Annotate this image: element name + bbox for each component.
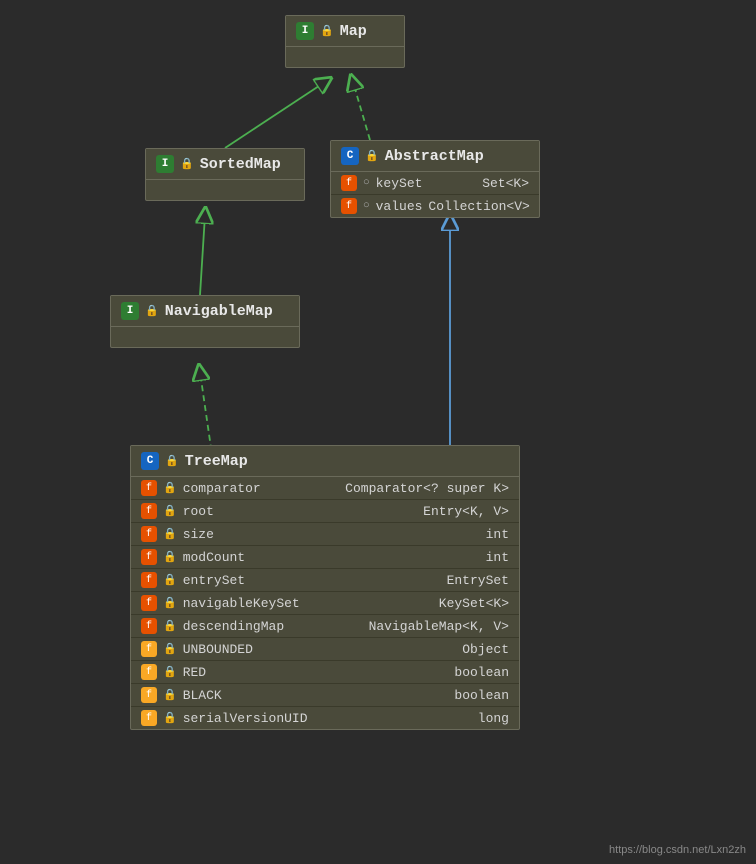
navigablemap-lock-icon: 🔒 [145,304,159,318]
tf-lock-1: 🔒 [163,504,177,518]
tf-icon-3: f [141,549,157,565]
tf-icon-10: f [141,710,157,726]
abstractmap-lock-icon: 🔒 [365,149,379,163]
treemap-row-descendingmap: f 🔒 descendingMap NavigableMap<K, V> [131,615,519,638]
tf-type-3: int [486,550,509,565]
tf-name-2: size [183,527,214,542]
tf-icon-7: f [141,641,157,657]
tf-name-5: navigableKeySet [183,596,300,611]
treemap-row-serialversionuid: f 🔒 serialVersionUID long [131,707,519,729]
watermark: https://blog.csdn.net/Lxn2zh [609,844,746,856]
treemap-header: C 🔒 TreeMap [131,446,519,477]
tf-icon-1: f [141,503,157,519]
map-name: Map [340,23,367,40]
tf-icon-6: f [141,618,157,634]
treemap-row-entryset: f 🔒 entrySet EntrySet [131,569,519,592]
treemap-lock-icon: 🔒 [165,454,179,468]
navigablemap-badge: I [121,302,139,320]
tf-name-1: root [183,504,214,519]
treemap-body: f 🔒 comparator Comparator<? super K> f 🔒… [131,477,519,729]
tf-type-8: boolean [454,665,509,680]
sortedmap-header: I 🔒 SortedMap [146,149,304,180]
tf-type-7: Object [462,642,509,657]
tf-name-9: BLACK [183,688,222,703]
tf-icon-8: f [141,664,157,680]
treemap-row-unbounded: f 🔒 UNBOUNDED Object [131,638,519,661]
tf-lock-2: 🔒 [163,527,177,541]
treemap-class-box: C 🔒 TreeMap f 🔒 comparator Comparator<? … [130,445,520,730]
tf-name-7: UNBOUNDED [183,642,253,657]
tf-name-6: descendingMap [183,619,284,634]
treemap-row-comparator: f 🔒 comparator Comparator<? super K> [131,477,519,500]
navigablemap-body [111,327,299,347]
treemap-row-modcount: f 🔒 modCount int [131,546,519,569]
sortedmap-class-box: I 🔒 SortedMap [145,148,305,201]
tf-type-5: KeySet<K> [439,596,509,611]
sortedmap-name: SortedMap [200,156,281,173]
tf-type-2: int [486,527,509,542]
treemap-row-navigablekeyset: f 🔒 navigableKeySet KeySet<K> [131,592,519,615]
diagram-container: I 🔒 Map I 🔒 SortedMap C 🔒 AbstractMap f … [0,0,756,864]
field-type-0: Set<K> [482,176,529,191]
field-name-0: keySet [376,176,423,191]
tf-icon-4: f [141,572,157,588]
tf-type-1: Entry<K, V> [423,504,509,519]
navigablemap-name: NavigableMap [165,303,273,320]
treemap-row-red: f 🔒 RED boolean [131,661,519,684]
tf-lock-4: 🔒 [163,573,177,587]
tf-lock-8: 🔒 [163,665,177,679]
abstractmap-name: AbstractMap [385,148,484,165]
tf-lock-0: 🔒 [163,481,177,495]
tf-name-10: serialVersionUID [183,711,308,726]
tf-name-8: RED [183,665,206,680]
field-icon-0: f [341,175,357,191]
treemap-row-root: f 🔒 root Entry<K, V> [131,500,519,523]
sortedmap-body [146,180,304,200]
tf-icon-0: f [141,480,157,496]
treemap-row-size: f 🔒 size int [131,523,519,546]
tf-name-4: entrySet [183,573,245,588]
tf-name-0: comparator [183,481,261,496]
sortedmap-lock-icon: 🔒 [180,157,194,171]
arrows-svg [0,0,756,864]
field-icon-1: f [341,198,357,214]
tf-lock-7: 🔒 [163,642,177,656]
field-lock-0: ○ [363,177,370,189]
tf-icon-5: f [141,595,157,611]
map-header: I 🔒 Map [286,16,404,47]
map-body [286,47,404,67]
tf-lock-6: 🔒 [163,619,177,633]
sortedmap-badge: I [156,155,174,173]
tf-lock-9: 🔒 [163,688,177,702]
tf-type-4: EntrySet [447,573,509,588]
field-name-1: values [376,199,423,214]
abstractmap-row-1: f ○ values Collection<V> [331,195,539,217]
treemap-badge: C [141,452,159,470]
map-class-box: I 🔒 Map [285,15,405,68]
treemap-name: TreeMap [185,453,248,470]
navigablemap-header: I 🔒 NavigableMap [111,296,299,327]
abstractmap-header: C 🔒 AbstractMap [331,141,539,172]
abstractmap-row-0: f ○ keySet Set<K> [331,172,539,195]
tf-lock-3: 🔒 [163,550,177,564]
map-badge: I [296,22,314,40]
map-lock-icon: 🔒 [320,24,334,38]
treemap-row-black: f 🔒 BLACK boolean [131,684,519,707]
tf-type-6: NavigableMap<K, V> [369,619,509,634]
tf-name-3: modCount [183,550,245,565]
tf-type-10: long [478,711,509,726]
abstractmap-class-box: C 🔒 AbstractMap f ○ keySet Set<K> f ○ va… [330,140,540,218]
tf-lock-5: 🔒 [163,596,177,610]
tf-type-9: boolean [454,688,509,703]
navigablemap-class-box: I 🔒 NavigableMap [110,295,300,348]
tf-type-0: Comparator<? super K> [345,481,509,496]
abstractmap-body: f ○ keySet Set<K> f ○ values Collection<… [331,172,539,217]
tf-icon-2: f [141,526,157,542]
field-type-1: Collection<V> [428,199,529,214]
field-lock-1: ○ [363,200,370,212]
tf-lock-10: 🔒 [163,711,177,725]
abstractmap-badge: C [341,147,359,165]
tf-icon-9: f [141,687,157,703]
